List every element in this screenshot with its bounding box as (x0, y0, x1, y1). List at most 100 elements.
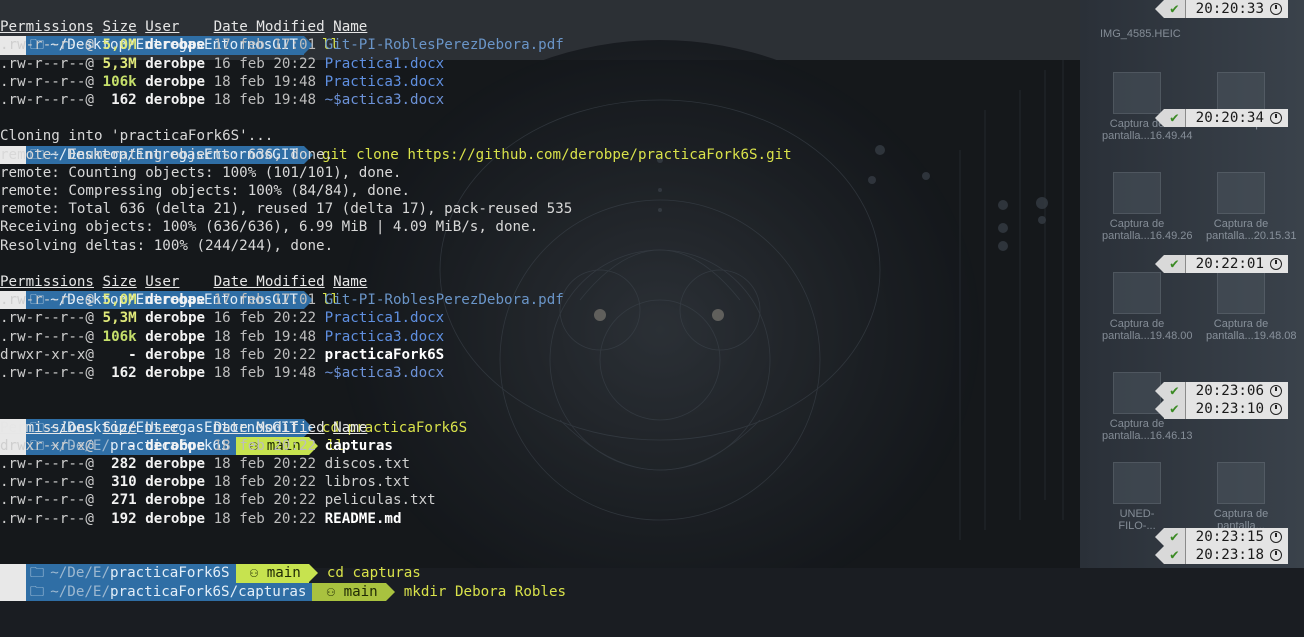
prompt-time-text: 20:23:15 (1195, 529, 1264, 545)
command-text: git clone https://github.com/derobpe/pra… (321, 146, 792, 163)
prompt-time-text: 20:20:33 (1195, 1, 1264, 17)
ls-perm: .rw-r--r--@ (0, 92, 94, 108)
ls-user: derobpe (145, 37, 206, 54)
ls-perm: .rw-r--r--@ (0, 365, 94, 381)
ls-size: 5,3M (102, 310, 137, 327)
ls-name: capturas (324, 437, 393, 454)
clock-icon (1270, 3, 1282, 16)
ls-header-perm: Permissions (0, 274, 94, 290)
ls-header-perm: Permissions (0, 19, 94, 36)
ls-user: derobpe (145, 73, 206, 90)
ls-date: 18 feb 20:22 (213, 437, 317, 454)
ls-header-name: Name (333, 19, 368, 36)
ls-perm: drwxr-xr-x@ (0, 346, 94, 363)
ls-header-perm: Permissions (0, 419, 94, 436)
ls-size: 162 (111, 365, 137, 381)
ls-name: peliculas.txt (324, 492, 436, 509)
ls-date: 17 feb 17:01 (213, 37, 317, 54)
ls-header: Permissions Size User Date Modified Name (0, 419, 367, 437)
prompt-status: ✔ 20:20:34 (1155, 109, 1288, 128)
clone-output-line: Cloning into 'practicaFork6S'... (0, 128, 274, 145)
ls-header: Permissions Size User Date Modified Name (0, 273, 367, 291)
ls-user: derobpe (145, 437, 206, 454)
ls-header-name: Name (333, 419, 368, 436)
ls-date: 18 feb 19:48 (213, 73, 317, 90)
prompt-time: 20:22:01 (1184, 254, 1288, 273)
clone-output-line: remote: Counting objects: 100% (101/101)… (0, 164, 402, 181)
ls-date: 18 feb 20:22 (213, 456, 317, 472)
clock-icon (1270, 549, 1282, 562)
ls-row: .rw-r--r--@ 106k derobpe 18 feb 19:48 Pr… (0, 328, 444, 346)
ls-user: derobpe (145, 474, 206, 491)
ls-date: 18 feb 19:48 (213, 92, 317, 108)
ls-user: derobpe (145, 310, 206, 327)
apple-icon (0, 582, 26, 601)
ls-header-size: Size (102, 419, 137, 436)
prompt-line: 🗀 ~/Desktop/EntregasEntornosGIT git clone… (0, 109, 792, 164)
prompt-time: 20:23:10 (1184, 400, 1288, 419)
ls-name: practicaFork6S (324, 346, 445, 363)
clock-icon (1270, 385, 1282, 398)
ls-perm: .rw-r--r--@ (0, 37, 94, 54)
prompt-line: 🗀 ~/Desktop/EntregasEntornosGIT ll (0, 0, 339, 55)
ls-row: .rw-r--r--@ 282 derobpe 18 feb 20:22 dis… (0, 455, 410, 473)
clone-output-line: remote: Compressing objects: 100% (84/84… (0, 183, 410, 199)
prompt-line: 🗀 ~/De/E/practicaFork6S ⚇ main ll (0, 400, 344, 455)
folder-icon: 🗀 (30, 583, 45, 600)
ls-name: Practica3.docx (324, 73, 445, 90)
ls-date: 16 feb 20:22 (213, 55, 317, 72)
ls-date: 17 feb 17:01 (213, 292, 317, 309)
ls-size: - (128, 437, 137, 454)
ls-perm: .rw-r--r--@ (0, 456, 94, 472)
ls-name: ~$actica3.docx (324, 365, 445, 381)
ls-perm: .rw-r--r--@ (0, 492, 94, 509)
ls-user: derobpe (145, 510, 206, 527)
ls-perm: .rw-r--r--@ (0, 292, 94, 309)
ls-header: Permissions Size User Date Modified Name (0, 18, 367, 36)
ls-row: .rw-r--r--@ 5,0M derobpe 17 feb 17:01 Gi… (0, 291, 564, 309)
prompt-line: 🗀 ~/Desktop/EntregasEntornosGIT cd practi… (0, 382, 467, 437)
ls-size: 5,0M (102, 292, 137, 309)
ls-size: 106k (102, 73, 137, 90)
git-icon: ⚇ (326, 583, 344, 600)
ls-name: Git-PI-RoblesPerezDebora.pdf (324, 37, 564, 54)
ls-row: .rw-r--r--@ 162 derobpe 18 feb 19:48 ~$a… (0, 364, 444, 382)
prompt-status: ✔ 20:23:18 (1155, 546, 1288, 565)
command-input[interactable]: mkdir Debora Robles (404, 583, 566, 601)
ls-date: 18 feb 20:22 (213, 474, 317, 491)
ls-header-size: Size (102, 274, 137, 290)
prompt-path: 🗀 ~/De/E/practicaFork6S/capturas (26, 582, 322, 601)
prompt-line: 🗀 ~/Desktop/EntregasEntornosGIT ll (0, 255, 339, 310)
prompt-line-current[interactable]: 🗀 ~/De/E/practicaFork6S/capturas ⚇ main m… (0, 546, 566, 601)
prompt-status: ✔ 20:20:33 (1155, 0, 1288, 19)
ls-row: .rw-r--r--@ 271 derobpe 18 feb 20:22 pel… (0, 491, 436, 509)
prompt-path-text: practicaFork6S/capturas (110, 583, 307, 600)
prompt-time: 20:23:06 (1184, 382, 1288, 401)
ls-name: Practica1.docx (324, 310, 445, 327)
ls-size: 192 (111, 510, 137, 527)
ls-user: derobpe (145, 492, 206, 509)
ls-header-name: Name (333, 274, 368, 290)
ls-size: 282 (111, 456, 137, 472)
ls-size: 162 (111, 92, 137, 108)
ls-row: .rw-r--r--@ 162 derobpe 18 feb 19:48 ~$a… (0, 91, 444, 109)
ls-size: 106k (102, 328, 137, 345)
ls-date: 18 feb 19:48 (213, 328, 317, 345)
success-check-icon: ✔ (1155, 400, 1185, 419)
success-check-icon: ✔ (1155, 254, 1185, 273)
clone-output-line: Receiving objects: 100% (636/636), 6.99 … (0, 219, 539, 236)
success-check-icon: ✔ (1155, 382, 1185, 401)
prompt-time-text: 20:20:34 (1195, 110, 1264, 127)
prompt-time: 20:20:33 (1184, 0, 1288, 19)
clone-output-line: remote: Total 636 (delta 21), reused 17 … (0, 201, 573, 218)
terminal-window[interactable]: 🗀 ~/Desktop/EntregasEntornosGIT ll ✔ 20:2… (0, 0, 1304, 601)
prompt-time: 20:23:18 (1184, 546, 1288, 565)
clock-icon (1270, 403, 1282, 416)
ls-name: Practica1.docx (324, 55, 445, 72)
prompt-status: ✔ 20:23:15 (1155, 528, 1288, 547)
ls-row: .rw-r--r--@ 106k derobpe 18 feb 19:48 Pr… (0, 73, 444, 91)
ls-perm: .rw-r--r--@ (0, 474, 94, 491)
ls-perm: drwxr-xr-x@ (0, 437, 94, 454)
prompt-time-text: 20:23:06 (1195, 383, 1264, 400)
prompt-status: ✔ 20:23:06 (1155, 382, 1288, 401)
